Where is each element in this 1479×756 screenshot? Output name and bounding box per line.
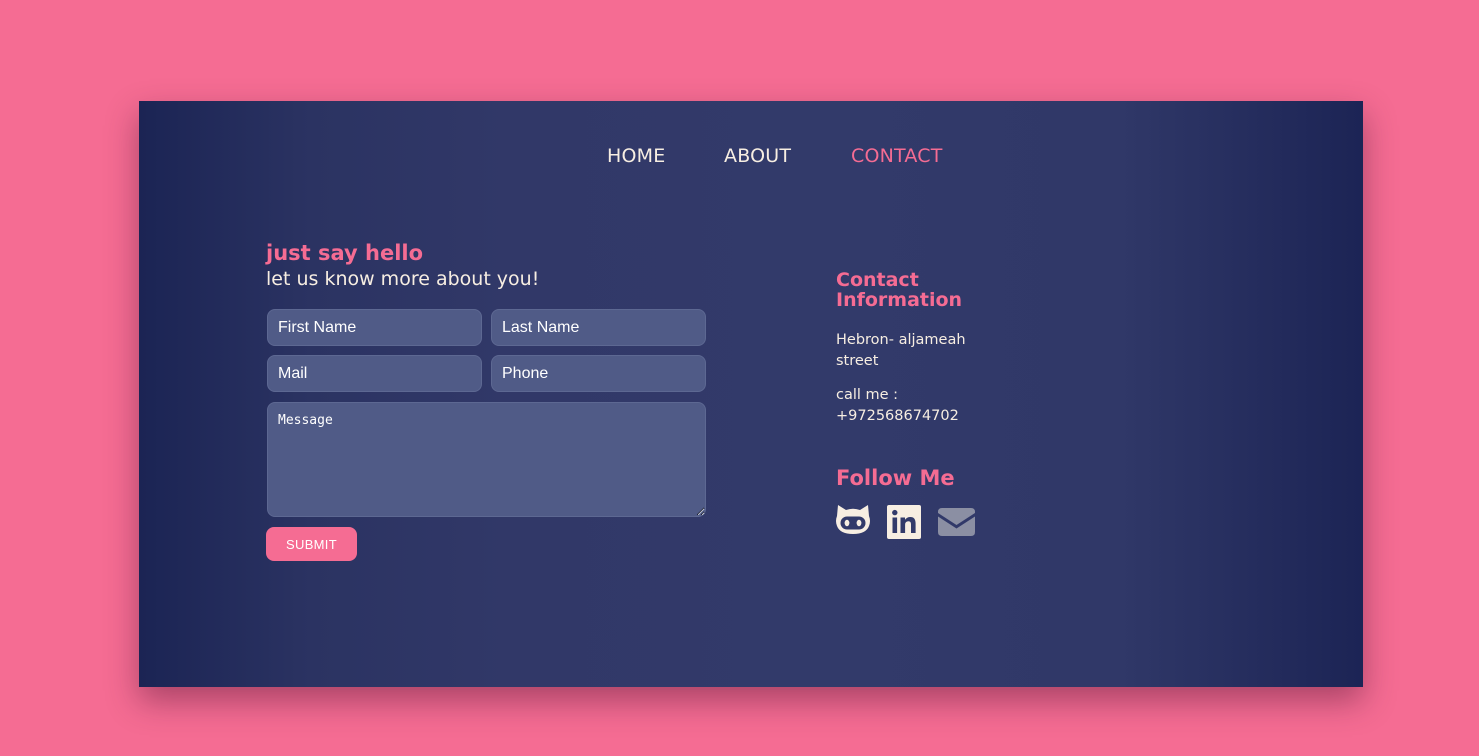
mail-icon[interactable] [937, 507, 976, 537]
nav-contact-link[interactable]: CONTACT [851, 145, 943, 167]
github-icon[interactable] [835, 503, 871, 535]
nav-about-link[interactable]: ABOUT [724, 145, 791, 167]
phone-input[interactable] [491, 355, 706, 392]
contact-card [139, 101, 1363, 687]
submit-button[interactable]: SUBMIT [266, 527, 357, 561]
follow-title: Follow Me [836, 466, 955, 490]
contact-phone: call me : +972568674702 [836, 387, 959, 424]
contact-info-title: Contact Information [836, 269, 963, 311]
first-name-input[interactable] [267, 309, 482, 346]
mail-input[interactable] [267, 355, 482, 392]
form-heading: just say hello [266, 241, 424, 265]
contact-address: Hebron- aljameah street [836, 332, 966, 369]
last-name-input[interactable] [491, 309, 706, 346]
message-textarea[interactable] [267, 402, 706, 517]
main-nav: HOME ABOUT CONTACT [0, 145, 1479, 169]
linkedin-icon[interactable] [887, 505, 921, 539]
nav-home-link[interactable]: HOME [607, 145, 665, 167]
form-subheading: let us know more about you! [266, 268, 540, 290]
